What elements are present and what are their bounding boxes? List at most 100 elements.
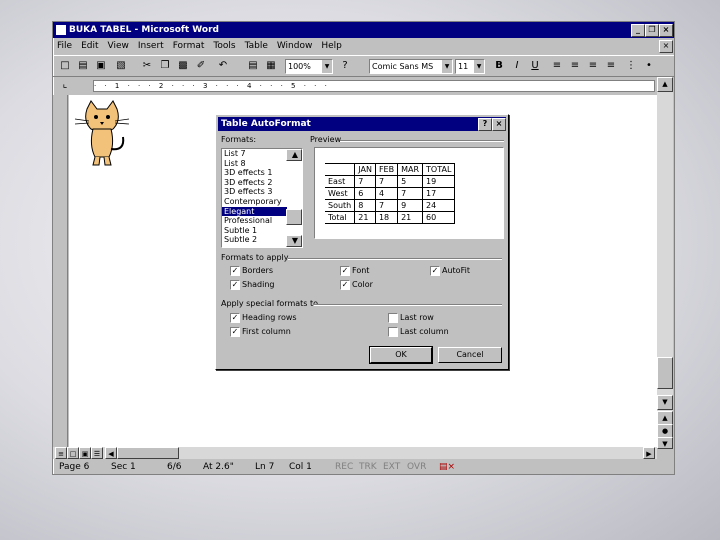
doc-close-button[interactable]: × <box>659 40 673 53</box>
preview-divider <box>340 140 504 142</box>
dialog-close-button[interactable]: × <box>492 118 506 131</box>
copy-icon[interactable]: ❐ <box>157 58 173 73</box>
menu-table[interactable]: Table <box>245 41 268 51</box>
tab-selector-icon[interactable]: ⌞ <box>57 77 73 92</box>
normal-view-icon[interactable]: ≡ <box>55 447 67 459</box>
zoom-select[interactable]: 100% ▼ <box>285 59 333 74</box>
format-option[interactable]: 3D effects 1 <box>222 168 302 178</box>
last-row-checkbox[interactable] <box>388 313 398 323</box>
format-option[interactable]: 3D effects 2 <box>222 178 302 188</box>
font-checkbox[interactable]: ✓ <box>340 266 350 276</box>
heading-rows-checkbox[interactable]: ✓ <box>230 313 240 323</box>
scroll-up-icon[interactable]: ▲ <box>286 149 302 161</box>
open-folder-icon[interactable]: ▤ <box>75 58 91 73</box>
table-cell <box>325 163 356 176</box>
print-layout-icon[interactable]: ▣ <box>79 447 91 459</box>
format-option[interactable]: Subtle 1 <box>222 226 302 236</box>
menu-format[interactable]: Format <box>173 41 205 51</box>
format-option[interactable]: Contemporary <box>222 197 302 207</box>
restore-button[interactable]: ❐ <box>645 24 659 37</box>
spelling-status-icon[interactable]: ▤× <box>439 460 455 474</box>
justify-icon[interactable]: ≡ <box>603 58 619 73</box>
save-icon[interactable]: ▣ <box>93 58 109 73</box>
dialog-title-bar: Table AutoFormat ? × <box>218 117 506 131</box>
menu-help[interactable]: Help <box>321 41 342 51</box>
ruler-marks: · · 1 · · · 2 · · · 3 · · · 4 · · · 5 · … <box>93 80 655 92</box>
underline-button[interactable]: U <box>527 58 543 73</box>
menu-window[interactable]: Window <box>277 41 313 51</box>
numbering-icon[interactable]: ⋮ <box>623 58 639 73</box>
format-option-selected[interactable]: Elegant <box>222 206 287 217</box>
formats-scrollbar[interactable]: ▲ ▼ <box>286 149 302 247</box>
autofit-checkbox[interactable]: ✓ <box>430 266 440 276</box>
table-cell: 18 <box>374 211 398 224</box>
first-column-checkbox[interactable]: ✓ <box>230 327 240 337</box>
scroll-right-icon[interactable]: ▶ <box>643 447 655 459</box>
status-col: Col 1 <box>289 462 312 472</box>
table-cell: 5 <box>397 175 423 188</box>
scroll-down-icon[interactable]: ▼ <box>657 395 673 410</box>
outline-view-icon[interactable]: ☰ <box>91 447 103 459</box>
dialog-help-button[interactable]: ? <box>478 118 492 131</box>
special-divider <box>314 304 502 306</box>
menu-file[interactable]: File <box>57 41 72 51</box>
web-layout-icon[interactable]: □ <box>67 447 79 459</box>
vertical-scrollbar[interactable]: ▲ ▼ ▲ ● ▼ <box>657 77 673 449</box>
first-column-label: First column <box>242 327 291 336</box>
format-option[interactable]: 3D effects 3 <box>222 187 302 197</box>
paste-icon[interactable]: ▩ <box>175 58 191 73</box>
office-assistant-icon[interactable]: ? <box>337 58 353 73</box>
close-button[interactable]: × <box>659 24 673 37</box>
toolbar: □ ▤ ▣ ▧ ✂ ❐ ▩ ✐ ↶ ▤ ▦ 100% ▼ ? Comic Sans… <box>53 55 674 77</box>
cut-icon[interactable]: ✂ <box>139 58 155 73</box>
scroll-down-icon[interactable]: ▼ <box>286 235 302 247</box>
menu-edit[interactable]: Edit <box>81 41 98 51</box>
font-size-select[interactable]: 11 ▼ <box>455 59 485 74</box>
font-select[interactable]: Comic Sans MS ▼ <box>369 59 453 74</box>
align-right-icon[interactable]: ≡ <box>585 58 601 73</box>
color-checkbox[interactable]: ✓ <box>340 280 350 290</box>
insert-table-icon[interactable]: ▦ <box>263 58 279 73</box>
menu-tools[interactable]: Tools <box>213 41 235 51</box>
minimize-button[interactable]: _ <box>631 24 645 37</box>
bold-button[interactable]: B <box>491 58 507 73</box>
table-cell: 19 <box>422 175 456 188</box>
tables-borders-icon[interactable]: ▤ <box>245 58 261 73</box>
horizontal-scrollbar[interactable]: ≡ □ ▣ ☰ ◀ ▶ <box>53 447 657 459</box>
print-icon[interactable]: ▧ <box>113 58 129 73</box>
menu-insert[interactable]: Insert <box>138 41 164 51</box>
scroll-thumb[interactable] <box>657 357 673 389</box>
table-row: East 7 7 5 19 <box>325 175 456 188</box>
bullets-icon[interactable]: • <box>641 58 657 73</box>
align-left-icon[interactable]: ≡ <box>549 58 565 73</box>
undo-icon[interactable]: ↶ <box>215 58 231 73</box>
borders-checkbox[interactable]: ✓ <box>230 266 240 276</box>
table-cell: 7 <box>397 187 423 200</box>
special-formats-label: Apply special formats to <box>221 299 319 308</box>
menu-view[interactable]: View <box>108 41 129 51</box>
format-painter-icon[interactable]: ✐ <box>193 58 209 73</box>
preview-box: JAN FEB MAR TOTAL East 7 7 5 19 West 6 4 7 17 South… <box>314 147 504 239</box>
status-trk[interactable]: TRK <box>359 460 377 474</box>
scroll-left-icon[interactable]: ◀ <box>105 447 117 459</box>
last-column-checkbox[interactable] <box>388 327 398 337</box>
zoom-value: 100% <box>288 62 311 71</box>
ok-button[interactable]: OK <box>369 346 433 364</box>
status-rec[interactable]: REC <box>335 460 353 474</box>
chevron-down-icon: ▼ <box>442 60 452 73</box>
horizontal-scroll-thumb[interactable] <box>117 447 179 459</box>
status-ext[interactable]: EXT <box>383 460 400 474</box>
cancel-button[interactable]: Cancel <box>438 347 502 363</box>
next-page-icon[interactable]: ▼ <box>657 437 673 449</box>
menu-bar: File Edit View Insert Format Tools Table Window… <box>53 39 674 53</box>
status-ovr[interactable]: OVR <box>407 460 426 474</box>
scroll-up-icon[interactable]: ▲ <box>657 77 673 92</box>
preview-label: Preview <box>310 135 342 144</box>
new-document-icon[interactable]: □ <box>57 58 73 73</box>
table-cell: 24 <box>422 199 456 212</box>
shading-checkbox[interactable]: ✓ <box>230 280 240 290</box>
align-center-icon[interactable]: ≡ <box>567 58 583 73</box>
formats-listbox[interactable]: List 7 List 8 3D effects 1 3D effects 2 … <box>221 148 303 248</box>
formats-scroll-thumb[interactable] <box>286 209 302 225</box>
italic-button[interactable]: I <box>509 58 525 73</box>
